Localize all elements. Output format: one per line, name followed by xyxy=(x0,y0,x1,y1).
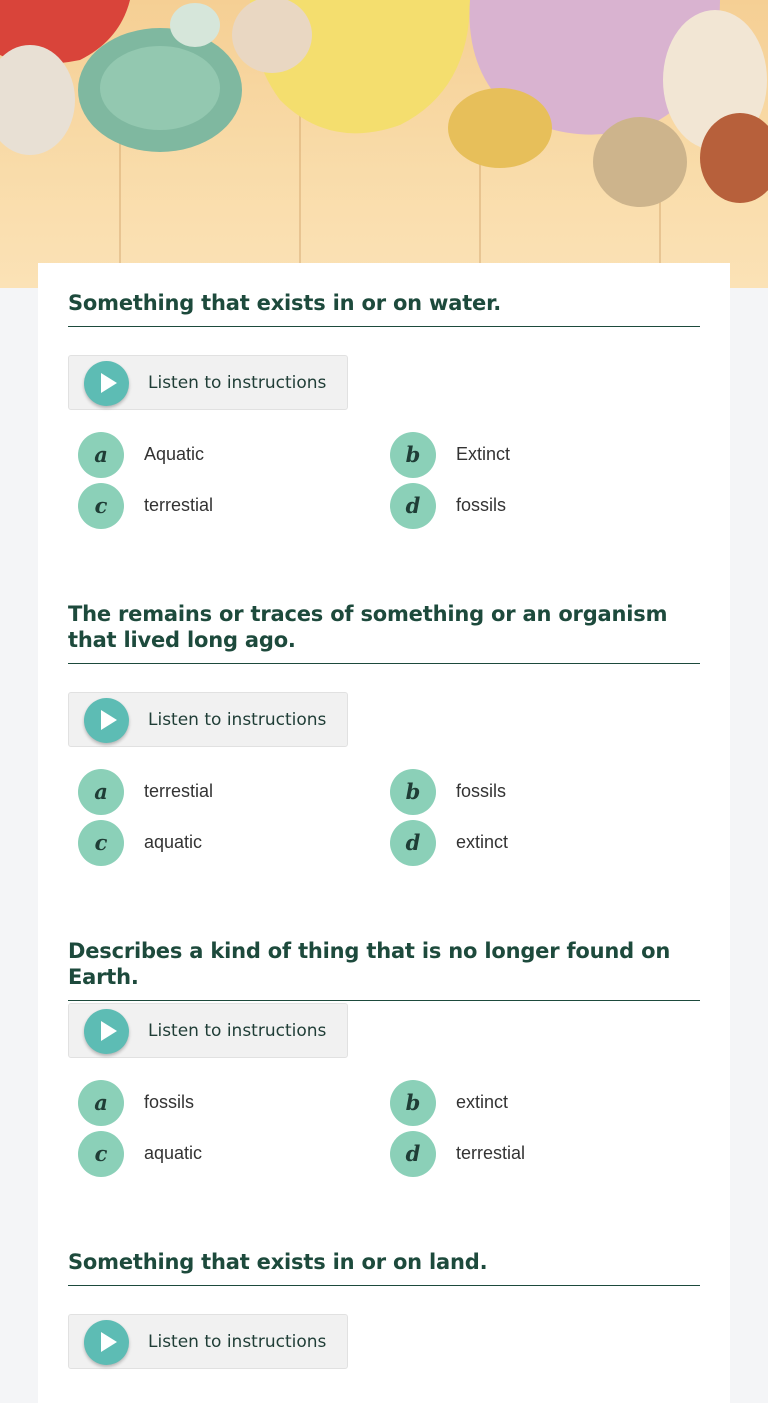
listen-instructions-button[interactable]: Listen to instructions xyxy=(68,1003,348,1058)
option-text: Extinct xyxy=(456,444,511,464)
option-letter: b xyxy=(390,1080,436,1126)
listen-label: Listen to instructions xyxy=(148,710,327,730)
option-b[interactable]: b extinct xyxy=(380,1080,680,1126)
option-c[interactable]: c aquatic xyxy=(68,1131,368,1177)
listen-instructions-button[interactable]: Listen to instructions xyxy=(68,355,348,410)
question-4: Something that exists in or on land. Lis… xyxy=(68,1249,700,1369)
option-letter: c xyxy=(78,1131,124,1177)
option-d[interactable]: d fossils xyxy=(380,483,680,529)
header-image xyxy=(0,0,768,288)
question-title: Something that exists in or on land. xyxy=(68,1249,700,1286)
option-b[interactable]: b Extinct xyxy=(380,432,680,478)
option-c[interactable]: c aquatic xyxy=(68,820,368,866)
option-text: extinct xyxy=(456,1092,509,1112)
option-a[interactable]: a Aquatic xyxy=(68,432,368,478)
question-title: Describes a kind of thing that is no lon… xyxy=(68,938,700,1001)
question-2: The remains or traces of something or an… xyxy=(68,601,700,866)
option-text: aquatic xyxy=(144,1143,203,1163)
option-a[interactable]: a fossils xyxy=(68,1080,368,1126)
option-text: extinct xyxy=(456,832,509,852)
play-icon[interactable] xyxy=(84,361,129,406)
option-text: aquatic xyxy=(144,832,203,852)
option-text: terrestial xyxy=(144,495,214,515)
listen-label: Listen to instructions xyxy=(148,1332,327,1352)
option-a[interactable]: a terrestial xyxy=(68,769,368,815)
question-3: Describes a kind of thing that is no lon… xyxy=(68,938,700,1177)
option-letter: b xyxy=(390,769,436,815)
option-letter: a xyxy=(78,769,124,815)
option-letter: c xyxy=(78,820,124,866)
option-letter: b xyxy=(390,432,436,478)
worksheet-card: Something that exists in or on water. Li… xyxy=(38,263,730,1403)
option-letter: d xyxy=(390,1131,436,1177)
seashells-illustration xyxy=(0,0,768,288)
option-text: fossils xyxy=(456,495,507,515)
option-letter: a xyxy=(78,432,124,478)
option-text: fossils xyxy=(456,781,507,801)
listen-label: Listen to instructions xyxy=(148,1021,327,1041)
option-text: fossils xyxy=(144,1092,195,1112)
option-d[interactable]: d terrestial xyxy=(380,1131,680,1177)
option-text: terrestial xyxy=(456,1143,526,1163)
option-text: terrestial xyxy=(144,781,214,801)
option-letter: a xyxy=(78,1080,124,1126)
option-text: Aquatic xyxy=(144,444,205,464)
question-1: Something that exists in or on water. Li… xyxy=(68,290,700,529)
play-icon[interactable] xyxy=(84,1320,129,1365)
listen-label: Listen to instructions xyxy=(148,373,327,393)
option-letter: d xyxy=(390,483,436,529)
play-icon[interactable] xyxy=(84,698,129,743)
option-d[interactable]: d extinct xyxy=(380,820,680,866)
listen-instructions-button[interactable]: Listen to instructions xyxy=(68,1314,348,1369)
question-title: The remains or traces of something or an… xyxy=(68,601,700,664)
option-letter: d xyxy=(390,820,436,866)
option-b[interactable]: b fossils xyxy=(380,769,680,815)
play-icon[interactable] xyxy=(84,1009,129,1054)
option-letter: c xyxy=(78,483,124,529)
listen-instructions-button[interactable]: Listen to instructions xyxy=(68,692,348,747)
option-c[interactable]: c terrestial xyxy=(68,483,368,529)
question-title: Something that exists in or on water. xyxy=(68,290,700,327)
